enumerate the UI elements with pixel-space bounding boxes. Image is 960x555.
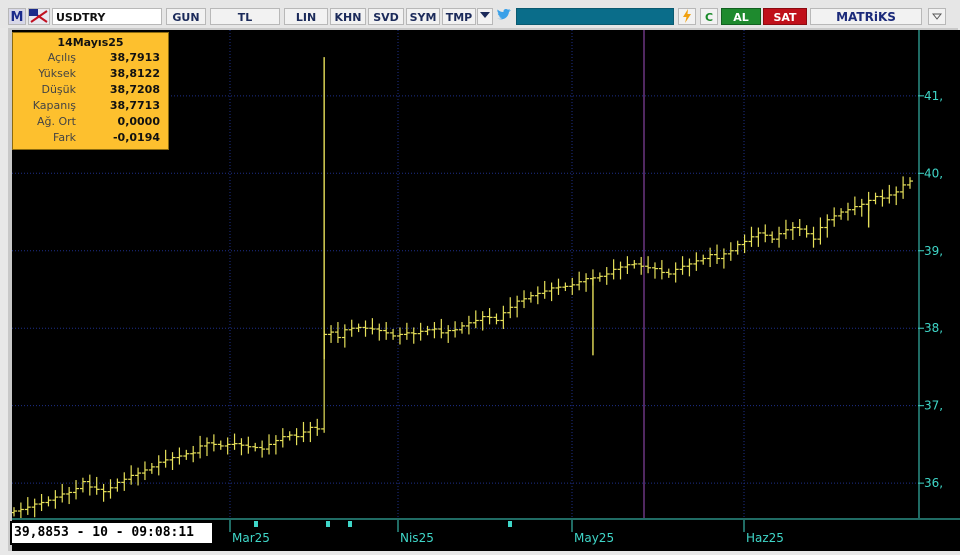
event-marker — [348, 521, 352, 527]
info-label: Açılış — [47, 51, 76, 64]
info-row: Ağ. Ort 0,0000 — [13, 114, 168, 130]
sell-button[interactable]: SAT — [763, 8, 807, 25]
info-value: 38,8122 — [109, 67, 160, 80]
last-price-readout: 39,8853 - 10 - 09:08:11 — [10, 521, 214, 545]
info-value: 38,7913 — [109, 51, 160, 64]
flag-icon[interactable] — [28, 8, 50, 25]
tmp-button[interactable]: TMP — [442, 8, 476, 25]
x-tick-label: Nis25 — [400, 531, 434, 545]
ohlc-info-box: 14Mayıs25 Açılış 38,7913 Yüksek 38,8122 Düşü… — [12, 32, 169, 150]
y-tick-label: 36, — [924, 476, 943, 490]
event-marker — [508, 521, 512, 527]
x-tick-label: May25 — [574, 531, 614, 545]
brand-label: MATRiKS — [810, 8, 922, 25]
info-label: Fark — [53, 131, 76, 144]
currency-button[interactable]: TL — [210, 8, 280, 25]
price-axis[interactable]: 41, 40, 39, 38, 37, 36, — [918, 30, 960, 518]
info-row: Yüksek 38,8122 — [13, 66, 168, 82]
price-axis-svg: 41, 40, 39, 38, 37, 36, — [918, 30, 943, 518]
info-row: Fark -0,0194 — [13, 130, 168, 146]
event-marker — [254, 521, 258, 527]
lightning-icon[interactable] — [678, 8, 696, 25]
y-tick-label: 37, — [924, 399, 943, 413]
info-label: Yüksek — [38, 67, 76, 80]
refresh-button[interactable]: C — [700, 8, 718, 25]
search-field[interactable] — [516, 8, 674, 25]
info-value: 0,0000 — [117, 115, 160, 128]
buy-button[interactable]: AL — [721, 8, 761, 25]
y-tick-label: 38, — [924, 321, 943, 335]
info-row: Düşük 38,7208 — [13, 82, 168, 98]
dropdown-arrow-icon[interactable] — [477, 8, 493, 25]
symbol-field[interactable]: USDTRY — [52, 8, 162, 25]
info-row: Açılış 38,7913 — [13, 50, 168, 66]
info-value: 38,7208 — [109, 83, 160, 96]
collapse-icon[interactable] — [928, 8, 946, 25]
matriks-logo[interactable]: M — [8, 8, 26, 25]
twitter-icon[interactable] — [494, 8, 514, 25]
info-date: 14Mayıs25 — [57, 36, 124, 49]
period-button[interactable]: GUN — [166, 8, 206, 25]
svd-button[interactable]: SVD — [368, 8, 404, 25]
info-value: -0,0194 — [112, 131, 160, 144]
info-value: 38,7713 — [109, 99, 160, 112]
info-label: Kapanış — [32, 99, 76, 112]
x-tick-label: Mar25 — [232, 531, 270, 545]
y-tick-label: 41, — [924, 89, 943, 103]
sym-button[interactable]: SYM — [406, 8, 440, 25]
info-rows: Açılış 38,7913 Yüksek 38,8122 Düşük 38,7208 Ka… — [13, 50, 168, 146]
toolbar: M USDTRY GUN TL LIN KHN SVD SYM TMP C AL… — [0, 0, 960, 28]
info-row: Kapanış 38,7713 — [13, 98, 168, 114]
scale-button[interactable]: LIN — [284, 8, 328, 25]
khn-button[interactable]: KHN — [330, 8, 366, 25]
event-marker — [326, 521, 330, 527]
info-label: Düşük — [41, 83, 76, 96]
y-tick-label: 39, — [924, 244, 943, 258]
x-tick-label: Haz25 — [746, 531, 784, 545]
info-label: Ağ. Ort — [37, 115, 76, 128]
y-tick-label: 40, — [924, 166, 943, 180]
